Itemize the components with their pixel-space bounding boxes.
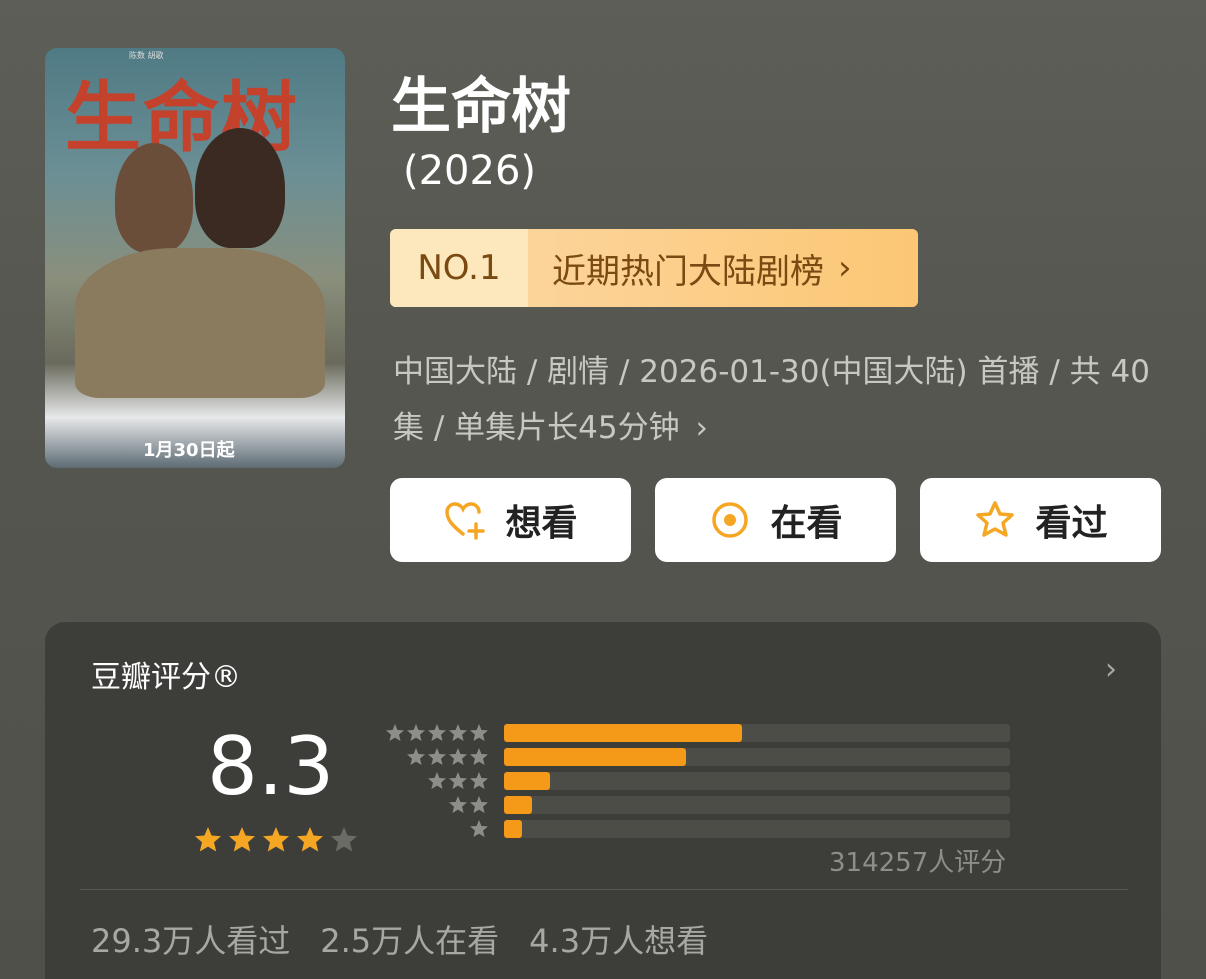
distribution-stars — [383, 723, 489, 743]
want-count: 4.3万人想看 — [529, 922, 709, 960]
rank-label-container: 近期热门大陆剧榜 › — [528, 229, 918, 307]
star-small-icon — [449, 772, 467, 789]
page-title: 生命树 — [391, 72, 571, 142]
poster-date: 1月30日起 — [143, 440, 235, 461]
target-icon — [712, 502, 749, 538]
distribution-stars — [383, 747, 489, 767]
distribution-row — [383, 795, 1010, 815]
watching-label: 在看 — [770, 503, 843, 544]
star-small-icon — [428, 724, 446, 741]
divider — [80, 889, 1128, 890]
watching-count: 2.5万人在看 — [320, 922, 500, 960]
chevron-right-icon[interactable]: › — [1105, 652, 1117, 687]
poster-image[interactable]: 陈数 胡歌 生命树 1月30日起 — [45, 48, 345, 468]
distribution-row — [383, 819, 1010, 839]
star-small-icon — [449, 724, 467, 741]
star-filled-icon — [263, 827, 289, 852]
watched-button[interactable]: 看过 — [920, 478, 1161, 562]
star-filled-icon — [229, 827, 255, 852]
star-small-icon — [470, 748, 488, 765]
distribution-bar-fill — [504, 724, 742, 742]
distribution-bar-fill — [504, 772, 550, 790]
rating-count: 314257人评分 — [829, 848, 1007, 878]
show-info-text: 中国大陆 / 剧情 / 2026-01-30(中国大陆) 首播 / 共 40集 … — [393, 354, 1150, 446]
star-small-icon — [470, 796, 488, 813]
distribution-bar-fill — [504, 820, 522, 838]
want-to-watch-label: 想看 — [505, 503, 578, 544]
distribution-bar-track — [504, 796, 1010, 814]
ranking-badge[interactable]: NO.1 近期热门大陆剧榜 › — [390, 229, 918, 307]
rating-score: 8.3 — [207, 720, 335, 813]
chevron-right-icon: › — [838, 248, 852, 288]
chevron-right-icon: › — [695, 410, 708, 446]
distribution-bar-fill — [504, 748, 687, 766]
distribution-stars — [383, 795, 489, 815]
star-filled-icon — [195, 827, 221, 852]
star-small-icon — [386, 724, 404, 741]
poster-figure-group — [75, 248, 325, 398]
distribution-bar-track — [504, 724, 1010, 742]
show-info[interactable]: 中国大陆 / 剧情 / 2026-01-30(中国大陆) 首播 / 共 40集 … — [393, 344, 1153, 456]
watch-stats: 29.3万人看过 2.5万人在看 4.3万人想看 — [91, 916, 708, 962]
distribution-row — [383, 747, 1010, 767]
poster-figure-woman — [195, 128, 285, 248]
distribution-stars — [383, 819, 489, 839]
star-small-icon — [407, 724, 425, 741]
rank-number: NO.1 — [390, 229, 528, 307]
watched-label: 看过 — [1035, 503, 1108, 544]
distribution-bar-track — [504, 820, 1010, 838]
star-outline-icon — [976, 501, 1015, 537]
rating-header: 豆瓣评分® — [91, 660, 241, 695]
watched-count: 29.3万人看过 — [91, 922, 291, 960]
distribution-stars — [383, 771, 489, 791]
star-small-icon — [470, 772, 488, 789]
star-empty-icon — [331, 827, 357, 852]
star-small-icon — [470, 724, 488, 741]
distribution-bar-fill — [504, 796, 532, 814]
star-small-icon — [449, 748, 467, 765]
star-small-icon — [470, 820, 488, 837]
rank-label: 近期热门大陆剧榜 — [552, 251, 824, 292]
distribution-row — [383, 723, 1010, 743]
distribution-bar-track — [504, 772, 1010, 790]
want-to-watch-button[interactable]: 想看 — [390, 478, 631, 562]
heart-plus-icon — [445, 502, 486, 540]
distribution-bar-track — [504, 748, 1010, 766]
star-small-icon — [407, 748, 425, 765]
distribution-row — [383, 771, 1010, 791]
poster-figure-man — [115, 143, 193, 253]
star-small-icon — [449, 796, 467, 813]
watching-button[interactable]: 在看 — [655, 478, 896, 562]
rating-stars — [193, 825, 359, 855]
release-year: (2026) — [403, 148, 537, 194]
star-small-icon — [428, 772, 446, 789]
rating-card[interactable]: 豆瓣评分® › 8.3 314257人评分 29.3万人看过 2.5万人在看 4… — [45, 622, 1161, 979]
star-filled-icon — [297, 827, 323, 852]
star-small-icon — [428, 748, 446, 765]
